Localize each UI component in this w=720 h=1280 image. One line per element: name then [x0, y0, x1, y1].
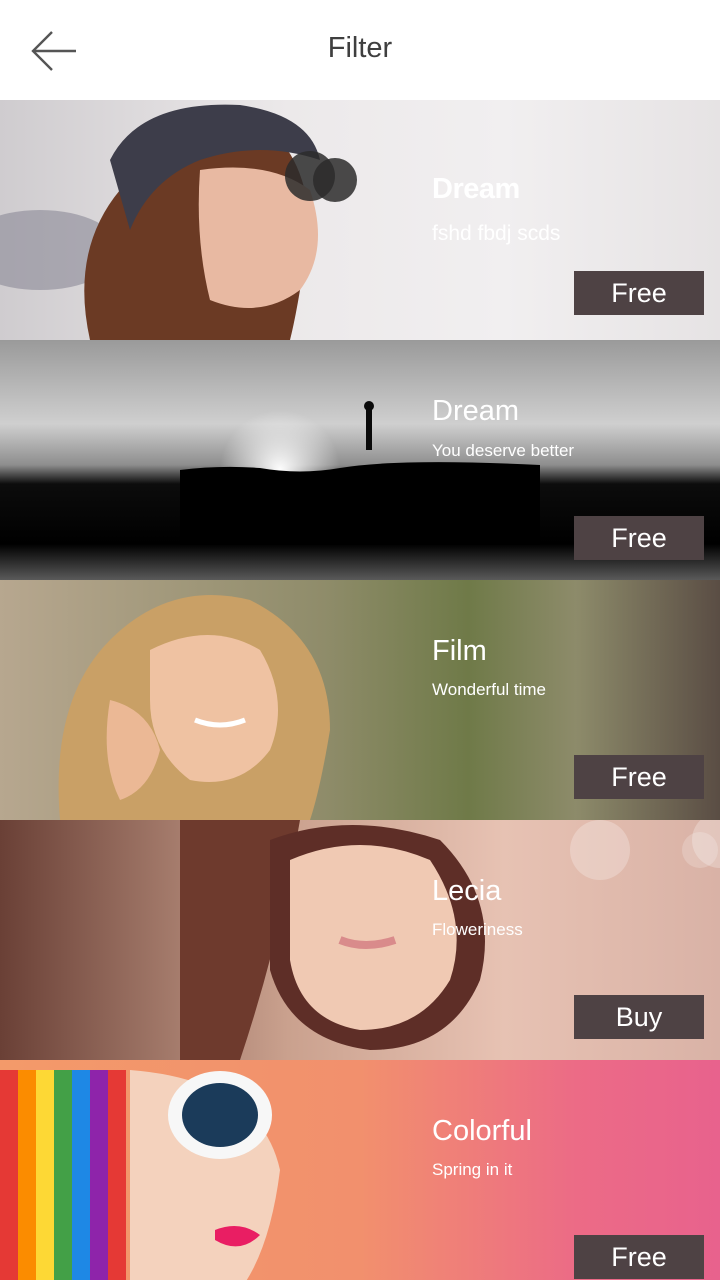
- portrait-image: [0, 104, 357, 340]
- filter-name: Dream: [432, 173, 520, 205]
- filter-subtitle: fshd fbdj scds: [432, 222, 561, 245]
- free-button[interactable]: Free: [574, 271, 704, 315]
- portrait-image: [58, 595, 330, 820]
- filter-subtitle: Wonderful time: [432, 680, 547, 699]
- filter-name: Film: [432, 635, 487, 667]
- free-button[interactable]: Free: [574, 516, 704, 560]
- filter-card-lecia[interactable]: Lecia Floweriness Buy: [0, 820, 720, 1060]
- filter-card-colorful[interactable]: Colorful Spring in it Free: [0, 1060, 720, 1280]
- buy-button[interactable]: Buy: [574, 995, 704, 1039]
- filter-subtitle: Floweriness: [432, 920, 523, 939]
- filter-subtitle: You deserve better: [432, 441, 575, 460]
- filter-name: Lecia: [432, 875, 502, 907]
- filter-card-dream-2[interactable]: Dream You deserve better Free: [0, 340, 720, 580]
- filter-name: Dream: [432, 395, 520, 427]
- filter-card-film[interactable]: Film Wonderful time Free: [0, 580, 720, 820]
- filter-subtitle: Spring in it: [432, 1160, 513, 1179]
- page-title: Filter: [327, 32, 393, 64]
- free-button[interactable]: Free: [574, 1235, 704, 1279]
- filter-card-dream-1[interactable]: Dream fshd fbdj scds Free: [0, 100, 720, 340]
- free-button[interactable]: Free: [574, 755, 704, 799]
- portrait-image: [0, 1070, 280, 1280]
- filter-name: Colorful: [432, 1115, 532, 1147]
- app-header: Filter: [0, 0, 720, 100]
